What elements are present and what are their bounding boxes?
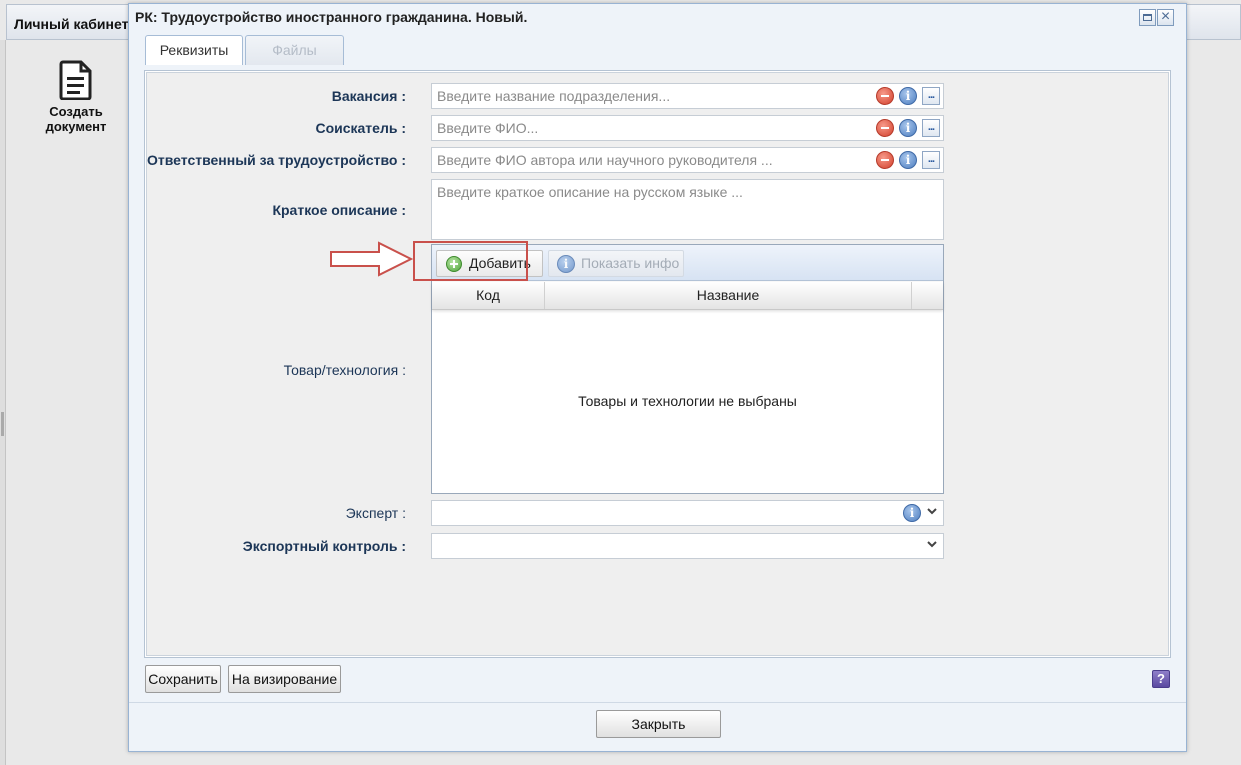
responsible-info-icon[interactable]: i [899,151,917,169]
add-goods-button[interactable]: Добавить [436,250,543,277]
close-icon: × [1160,8,1171,25]
applicant-field: i... [431,115,944,141]
applicant-info-icon[interactable]: i [899,119,917,137]
personal-cabinet-title: Личный кабинет [14,16,129,32]
description-textarea[interactable] [432,180,943,239]
clear-applicant-icon[interactable] [876,119,894,137]
chevron-down-icon[interactable] [927,506,937,516]
clear-responsible-icon[interactable] [876,151,894,169]
responsible-field: i... [431,147,944,173]
maximize-button[interactable] [1139,9,1156,26]
responsible-label: Ответственный за трудоустройство : [147,152,406,168]
info-icon: i [557,255,575,273]
vacancy-field: i... [431,83,944,109]
tab-requisites[interactable]: Реквизиты [145,35,243,65]
description-label: Краткое описание : [272,202,406,218]
tab-files[interactable]: Файлы [245,35,344,65]
export-control-combo[interactable] [431,533,944,559]
goods-empty-message: Товары и технологии не выбраны [578,393,797,409]
add-goods-label: Добавить [469,255,531,271]
save-button[interactable]: Сохранить [145,665,221,693]
vacancy-actions: i... [871,87,940,105]
close-button[interactable]: Закрыть [596,710,721,738]
goods-grid-header: Код Название [432,282,943,310]
help-icon[interactable]: ? [1152,670,1170,688]
document-icon [59,60,92,100]
show-info-label: Показать инфо [581,255,680,271]
pointer-arrow-icon [330,241,414,277]
new-foreign-employment-dialog: РК: Трудоустройство иностранного граждан… [128,3,1187,752]
applicant-actions: i... [871,119,940,137]
close-window-button[interactable]: × [1157,8,1174,26]
responsible-input[interactable] [432,148,852,172]
vacancy-info-icon[interactable]: i [899,87,917,105]
column-name[interactable]: Название [545,282,912,309]
applicant-select-icon[interactable]: ... [922,119,940,137]
footer-divider [129,702,1186,703]
dialog-title: РК: Трудоустройство иностранного граждан… [135,9,528,25]
add-icon [446,256,462,272]
goods-grid: Добавить i Показать инфо Код Название То… [431,244,944,494]
left-panel-edge [0,40,6,765]
clear-vacancy-icon[interactable] [876,87,894,105]
goods-toolbar: Добавить i Показать инфо [432,245,943,281]
show-info-button[interactable]: i Показать инфо [548,250,684,277]
create-document-button[interactable]: Создать документ [40,60,112,134]
expert-combo[interactable]: i [431,500,944,526]
expert-info-icon[interactable]: i [903,504,921,522]
export-control-label: Экспортный контроль : [242,538,406,554]
window-controls: × [1138,8,1174,26]
create-document-label: Создать документ [45,104,107,134]
description-field [431,179,944,240]
vacancy-input[interactable] [432,84,852,108]
column-spacer [912,282,943,309]
applicant-input[interactable] [432,116,852,140]
maximize-icon [1143,14,1152,21]
vacancy-select-icon[interactable]: ... [922,87,940,105]
goods-label: Товар/технология : [283,362,406,378]
expert-label: Эксперт : [345,505,406,521]
column-code[interactable]: Код [432,282,545,309]
requisites-panel: Вакансия : i... Соискатель : i... Ответс… [144,70,1171,658]
vacancy-label: Вакансия : [331,88,406,104]
responsible-select-icon[interactable]: ... [922,151,940,169]
applicant-label: Соискатель : [315,120,406,136]
resize-handle[interactable] [1,412,4,436]
form-area: Вакансия : i... Соискатель : i... Ответс… [146,72,1169,656]
responsible-actions: i... [871,151,940,169]
chevron-down-icon[interactable] [927,539,937,549]
send-for-approval-button[interactable]: На визирование [228,665,341,693]
